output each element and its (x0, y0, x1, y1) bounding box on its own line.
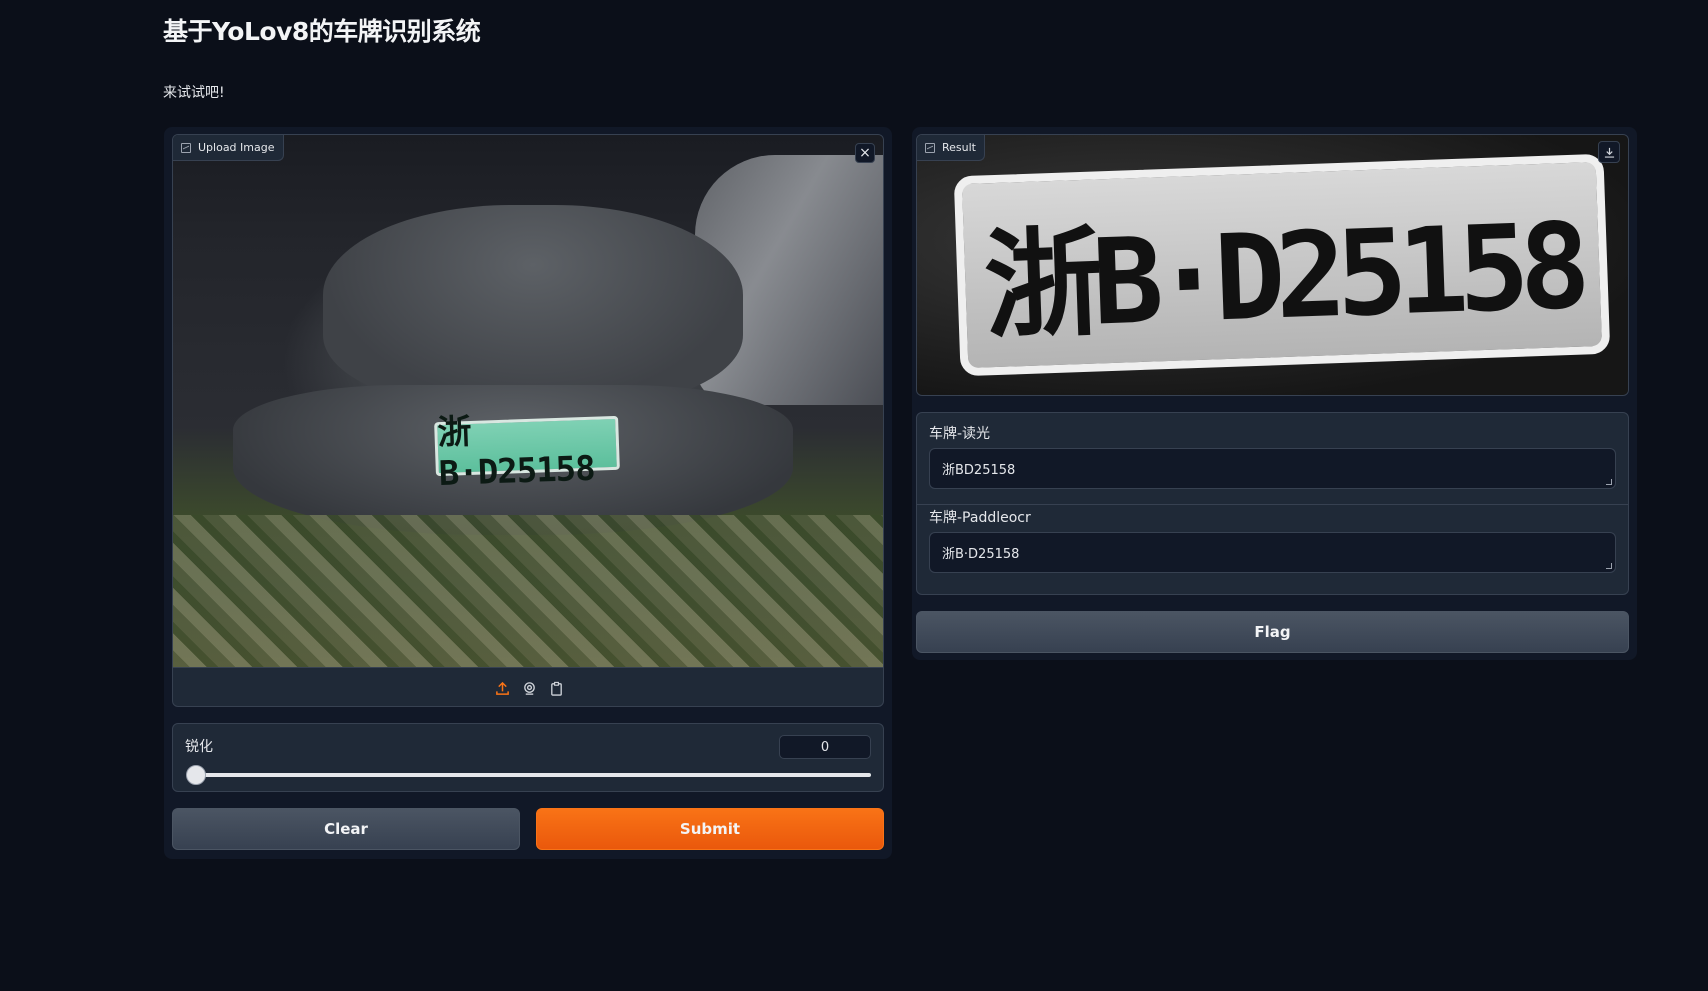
download-icon (1604, 147, 1614, 158)
clear-button[interactable]: Clear (172, 808, 520, 850)
page-title: 基于YoLov8的车牌识别系统 (163, 17, 481, 46)
plate-duguang-output[interactable]: 浙BD25158 (929, 448, 1616, 489)
clear-image-button[interactable]: × (855, 143, 875, 163)
photo-license-plate: 浙B·D25158 (434, 411, 620, 494)
image-icon (925, 142, 935, 153)
plate-duguang-label: 车牌-读光 (929, 426, 991, 442)
result-image-block: Result 浙B·D25158 (916, 134, 1629, 396)
sharpen-slider-track[interactable] (195, 773, 871, 777)
webcam-icon[interactable] (521, 680, 538, 697)
image-source-bar (173, 667, 883, 706)
page-description: 来试试吧! (163, 85, 225, 101)
resize-handle[interactable] (1606, 479, 1612, 485)
clipboard-icon[interactable] (548, 680, 565, 697)
sharpen-number-input[interactable]: 0 (779, 735, 871, 759)
image-icon (181, 142, 191, 153)
result-label-text: Result (942, 141, 976, 154)
result-plate-image: 浙B·D25158 (917, 135, 1628, 395)
plate-duguang-value: 浙BD25158 (942, 463, 1016, 478)
sharpen-slider-block: 锐化 0 (172, 723, 884, 792)
plate-paddleocr-output[interactable]: 浙B·D25158 (929, 532, 1616, 573)
resize-handle[interactable] (1606, 563, 1612, 569)
submit-button[interactable]: Submit (536, 808, 884, 850)
sharpen-slider-thumb[interactable] (186, 765, 206, 785)
flag-button[interactable]: Flag (916, 611, 1629, 653)
result-label: Result (917, 135, 985, 161)
field-divider (917, 504, 1628, 505)
upload-image-label-text: Upload Image (198, 141, 275, 154)
uploaded-car-photo: 浙B·D25158 (173, 135, 883, 667)
result-plate-crop: 浙B·D25158 (953, 153, 1611, 377)
photo-ground (173, 515, 883, 667)
sharpen-slider-label: 锐化 (185, 739, 213, 755)
download-button[interactable] (1598, 141, 1620, 163)
ocr-results-group: 车牌-读光 浙BD25158 车牌-Paddleocr 浙B·D25158 (916, 412, 1629, 595)
plate-paddleocr-label: 车牌-Paddleocr (929, 510, 1031, 526)
close-icon: × (859, 145, 871, 161)
plate-paddleocr-value: 浙B·D25158 (942, 547, 1020, 562)
photo-car-hood (323, 205, 743, 405)
upload-image-block[interactable]: Upload Image 浙B·D25158 × (172, 134, 884, 707)
upload-image-label: Upload Image (173, 135, 284, 161)
upload-icon[interactable] (494, 680, 511, 697)
